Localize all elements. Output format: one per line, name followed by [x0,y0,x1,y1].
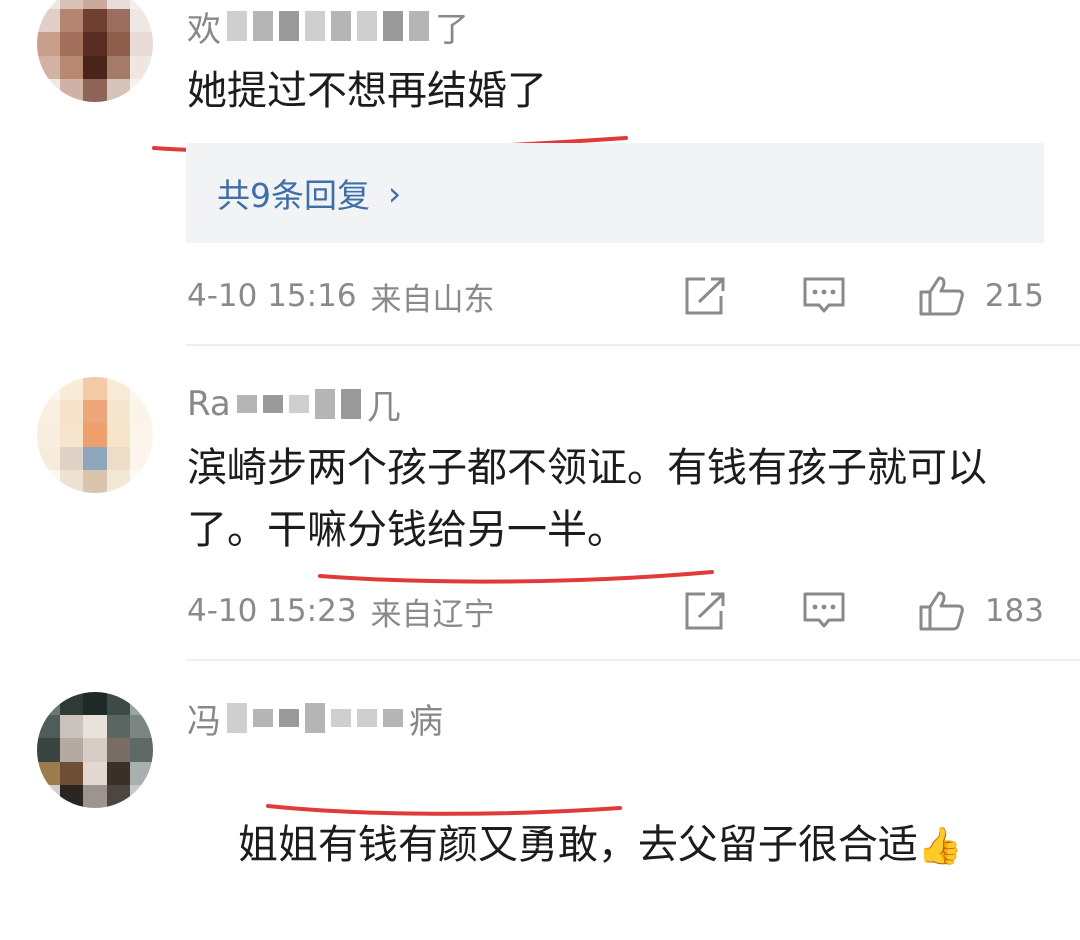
timestamp: 4-10 15:23 [187,593,357,629]
username[interactable]: Ra 几 [187,384,401,428]
chevron-right-icon: › [388,173,402,213]
location: 来自山东 [370,281,495,318]
divider [186,344,1080,346]
username-tail: 病 [409,701,443,742]
replies-label: 共9条回复 [217,176,370,215]
like-count: 183 [984,593,1044,629]
comment-text-body: 姐姐有钱有颜又勇敢，去父留子很合适 [237,822,918,868]
comment-meta: 4-10 15:23 来自辽宁 183 [187,586,1044,636]
avatar[interactable] [37,0,153,102]
like-icon[interactable] [918,275,966,317]
comment-icon[interactable] [802,276,846,316]
action-bar: 215 [683,275,1044,317]
divider [186,659,1080,661]
location: 来自辽宁 [370,596,495,633]
username-visible: Ra [187,384,231,424]
share-icon[interactable] [683,591,727,631]
avatar[interactable] [37,377,153,493]
comment-text: 姐姐有钱有颜又勇敢，去父留子很合适👍 [187,752,1047,940]
timestamp: 4-10 15:16 [187,278,357,314]
username[interactable]: 欢 了 [187,6,469,50]
like-count: 215 [984,278,1044,314]
action-bar: 183 [683,590,1044,632]
comment-icon[interactable] [802,591,846,631]
comment-text: 她提过不想再结婚了 [187,68,547,114]
username-mosaic [227,11,429,41]
username-visible: 冯 [187,701,221,742]
replies-link[interactable]: 共9条回复 › [186,143,1044,243]
username-tail: 了 [435,9,469,50]
username-visible: 欢 [187,9,221,50]
share-icon[interactable] [683,276,727,316]
username-mosaic [236,389,361,419]
comment-meta: 4-10 15:16 来自山东 215 [187,271,1044,321]
like-icon[interactable] [918,590,966,632]
underline-annotation [318,570,714,584]
username-tail: 几 [366,387,401,428]
avatar[interactable] [37,692,153,808]
username-mosaic [227,703,403,733]
thumbs-up-emoji: 👍 [917,826,963,867]
username[interactable]: 冯 病 [187,698,443,742]
underline-annotation [266,804,622,816]
comment-text: 滨崎步两个孩子都不领证。有钱有孩子就可以了。干嘛分钱给另一半。 [187,445,987,553]
